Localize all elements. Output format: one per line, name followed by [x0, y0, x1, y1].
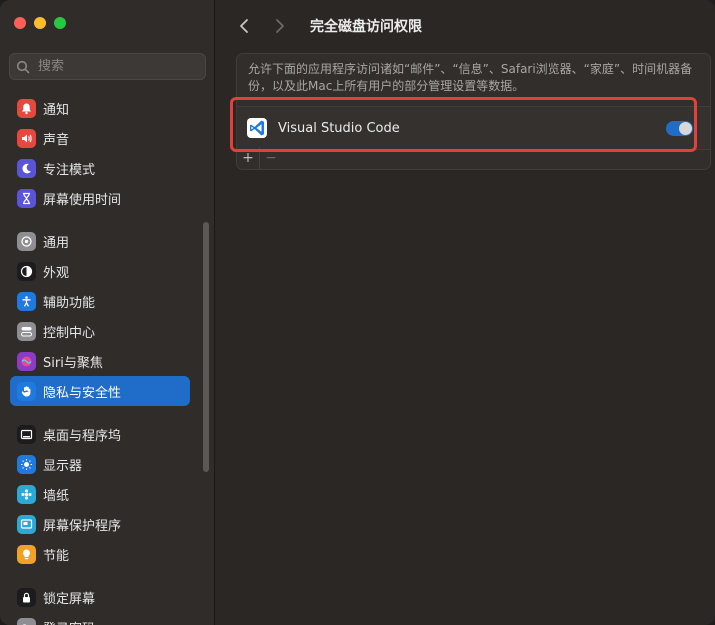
search-field[interactable]: [9, 53, 206, 80]
toolbar: 完全磁盘访问权限: [216, 12, 422, 40]
close-window-button[interactable]: [14, 17, 26, 29]
sidebar-item[interactable]: 通知: [10, 93, 190, 123]
sidebar-section-gap: [10, 406, 190, 419]
speaker-icon: [17, 128, 36, 148]
sidebar-item-label: 显示器: [43, 458, 83, 474]
key-icon: [17, 617, 36, 625]
sidebar-item-label: 辅助功能: [43, 295, 96, 311]
accessibility-icon: [17, 291, 36, 311]
sidebar-item-label: Siri与聚焦: [43, 355, 103, 371]
sidebar: 通知声音专注模式屏幕使用时间通用外观辅助功能控制中心 Siri与聚焦隐私与安全性桌…: [0, 0, 215, 625]
sidebar-item[interactable]: Siri与聚焦: [10, 346, 190, 376]
sidebar-section-gap: [10, 569, 190, 582]
search-icon: [16, 60, 30, 73]
sidebar-item-label: 锁定屏幕: [43, 591, 96, 607]
sidebar-item[interactable]: 控制中心: [10, 316, 190, 346]
sidebar-item[interactable]: 外观: [10, 256, 190, 286]
sidebar-item-label: 桌面与程序坞: [43, 428, 122, 444]
sidebar-item[interactable]: 节能: [10, 539, 190, 569]
sidebar-item-label: 控制中心: [43, 325, 96, 341]
sidebar-nav: 通知声音专注模式屏幕使用时间 通用外观辅助功能控制中心 Siri与聚焦隐私与安全性桌…: [10, 93, 190, 625]
sidebar-item[interactable]: 声音: [10, 123, 190, 153]
minimize-window-button[interactable]: [34, 17, 46, 29]
sidebar-item[interactable]: 屏幕使用时间: [10, 183, 190, 213]
main-content: 完全磁盘访问权限 Visual Studio Code + − 允许下面的应用程…: [216, 0, 715, 625]
sidebar-item[interactable]: 锁定屏幕: [10, 582, 190, 612]
bulb-icon: [17, 544, 36, 564]
sidebar-item-label: 节能: [43, 548, 70, 564]
forward-button[interactable]: [266, 12, 294, 40]
remove-app-button[interactable]: −: [259, 147, 282, 169]
chevron-right-icon: [276, 19, 284, 33]
hourglass-icon: [17, 188, 36, 208]
add-app-button[interactable]: +: [237, 147, 259, 169]
vscode-icon: [247, 118, 267, 138]
bell-icon: [17, 98, 36, 118]
sidebar-item-label: 隐私与安全性: [43, 385, 122, 401]
search-input[interactable]: [36, 58, 200, 75]
screensaver-icon: [17, 514, 36, 534]
sidebar-item[interactable]: 隐私与安全性: [10, 376, 190, 406]
app-name: Visual Studio Code: [278, 120, 400, 136]
description-text: 允许下面的应用程序访问诸如“邮件”、“信息”、Safari浏览器、“家庭”、时间…: [248, 62, 693, 93]
hand-icon: [17, 381, 36, 401]
sidebar-item[interactable]: 墙纸: [10, 479, 190, 509]
sidebar-item-label: 专注模式: [43, 162, 96, 178]
sidebar-item[interactable]: 专注模式: [10, 153, 190, 183]
sidebar-item[interactable]: 显示器: [10, 449, 190, 479]
settings-window: 通知声音专注模式屏幕使用时间通用外观辅助功能控制中心 Siri与聚焦隐私与安全性桌…: [0, 0, 715, 625]
add-remove-bar: + −: [237, 147, 282, 169]
sidebar-item-label: 墙纸: [43, 488, 70, 504]
sidebar-item-label: 屏幕使用时间: [43, 192, 122, 208]
sidebar-item-label: 通用: [43, 235, 70, 251]
appearance-icon: [17, 261, 36, 281]
sidebar-item-label: 外观: [43, 265, 70, 281]
display-icon: [17, 454, 36, 474]
sidebar-item-label: 屏幕保护程序: [43, 518, 122, 534]
back-button[interactable]: [230, 12, 258, 40]
app-row[interactable]: Visual Studio Code: [237, 106, 710, 150]
wallpaper-icon: [17, 484, 36, 504]
zoom-window-button[interactable]: [54, 17, 66, 29]
sidebar-item-label: 声音: [43, 132, 70, 148]
lock-icon: [17, 587, 36, 607]
sidebar-item-label: 登录密码: [43, 618, 95, 625]
chevron-left-icon: [240, 19, 248, 33]
control-center-icon: [17, 321, 36, 341]
sidebar-item[interactable]: 登录密码: [10, 612, 190, 625]
window-controls: [14, 17, 66, 29]
sidebar-item[interactable]: 桌面与程序坞: [10, 419, 190, 449]
sidebar-item[interactable]: 辅助功能: [10, 286, 190, 316]
gear-icon: [17, 231, 36, 251]
sidebar-scrollbar[interactable]: [203, 222, 209, 472]
moon-icon: [17, 158, 36, 178]
full-disk-access-toggle[interactable]: [666, 121, 693, 136]
siri-icon: [17, 351, 36, 371]
sidebar-item[interactable]: 通用: [10, 226, 190, 256]
sidebar-item-label: 通知: [43, 102, 70, 118]
sidebar-item[interactable]: 屏幕保护程序: [10, 509, 190, 539]
sidebar-section-gap: [10, 213, 190, 226]
page-title: 完全磁盘访问权限: [310, 19, 422, 35]
dock-icon: [17, 424, 36, 444]
toggle-knob: [679, 122, 692, 135]
